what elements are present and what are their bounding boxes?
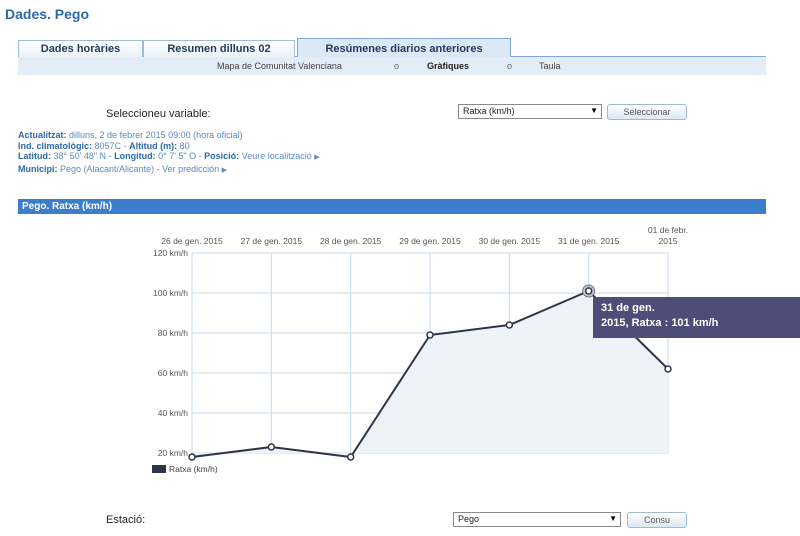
data-point	[346, 453, 355, 461]
y-tick-label: 80 km/h	[158, 328, 189, 338]
x-tick-label: 31 de gen. 2015	[558, 236, 620, 246]
x-tick-label: 29 de gen. 2015	[399, 236, 461, 246]
x-tick-label: 28 de gen. 2015	[320, 236, 382, 246]
station-select[interactable]: Pego ▼	[453, 512, 621, 527]
data-point	[426, 331, 434, 339]
tooltip-date: 31 de gen.	[601, 302, 655, 314]
y-tick-label: 100 km/h	[153, 288, 188, 298]
x-tick-label: 30 de gen. 2015	[479, 236, 541, 246]
dropdown-arrow-icon: ▼	[609, 514, 617, 523]
data-point	[505, 321, 514, 329]
tooltip-value: 2015, Ratxa : 101 km/h	[601, 317, 719, 329]
data-point	[267, 443, 276, 451]
station-label: Estació:	[106, 514, 146, 526]
y-tick-label: 20 km/h	[158, 448, 189, 458]
data-point	[664, 365, 672, 373]
data-point	[584, 287, 593, 295]
legend-swatch	[152, 465, 166, 473]
legend-label: Ratxa (km/h)	[169, 464, 218, 474]
data-point	[188, 453, 196, 461]
wind-gust-chart: 20 km/h 40 km/h 60 km/h 80 km/h 100 km/h 120 …	[152, 225, 688, 474]
station-select-value: Pego	[458, 514, 480, 524]
chart-tooltip: 31 de gen. 2015, Ratxa : 101 km/h	[593, 297, 800, 338]
x-tick-label: 27 de gen. 2015	[241, 236, 303, 246]
y-tick-label: 120 km/h	[153, 248, 188, 258]
x-tick-label: 26 de gen. 2015	[161, 236, 223, 246]
x-tick-label: 2015	[659, 236, 678, 246]
query-button[interactable]: Consu	[627, 512, 687, 528]
y-tick-label: 60 km/h	[158, 368, 189, 378]
y-tick-label: 40 km/h	[158, 408, 189, 418]
x-tick-label: 01 de febr.	[648, 225, 688, 235]
